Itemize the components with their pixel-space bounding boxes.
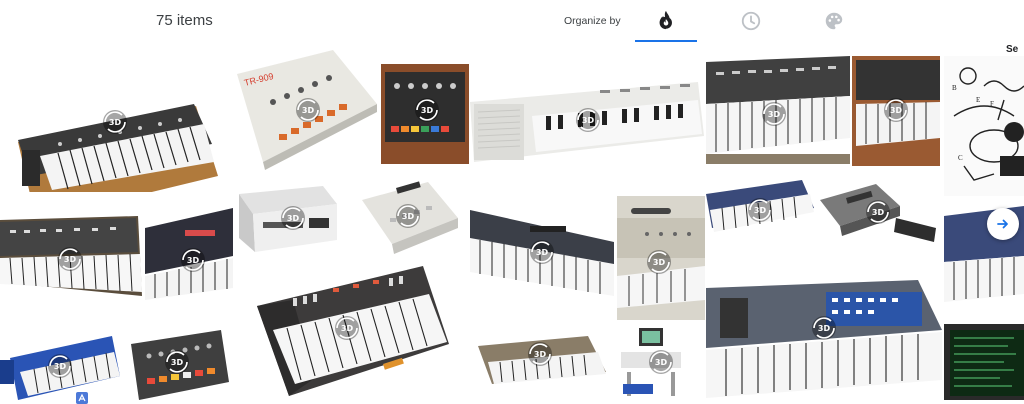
svg-text:3D: 3D [582,116,595,125]
fire-icon [659,10,672,30]
svg-text:3D: 3D [64,255,77,264]
tab-recent[interactable] [720,0,782,42]
view-3d-icon: 3D [646,347,676,377]
svg-text:3D: 3D [872,208,885,217]
svg-text:3D: 3D [109,118,122,127]
gallery-tile[interactable]: 3D [706,178,814,242]
view-3d-icon: 3D [863,197,893,227]
view-3d-icon: 3D [332,313,362,343]
svg-text:C: C [958,154,963,162]
arrow-right-icon [997,219,1008,229]
svg-text:3D: 3D [341,324,354,333]
gallery-tile[interactable]: 3D [470,326,614,400]
clock-icon [741,11,761,31]
svg-text:3D: 3D [818,324,831,333]
tab-color[interactable] [803,0,865,42]
svg-text:3D: 3D [187,256,200,265]
gallery-tile[interactable]: 3D [0,196,142,316]
svg-text:3D: 3D [302,106,315,115]
item-count: 75 items [156,12,213,29]
gallery-tile[interactable] [944,324,1024,400]
gallery-tile[interactable]: 3D [145,196,233,316]
next-button[interactable] [987,208,1019,240]
gallery-tile[interactable]: 3D [125,320,231,400]
svg-text:F: F [990,100,994,108]
view-3d-icon: 3D [100,107,130,137]
view-3d-icon: 3D [644,247,674,277]
view-3d-icon: 3D [393,201,423,231]
svg-text:3D: 3D [54,362,67,371]
view-3d-icon: 3D [525,339,555,369]
view-3d-icon: 3D [809,313,839,343]
svg-text:B: B [952,84,957,92]
gallery-tile[interactable]: 3D [852,56,940,166]
svg-text:3D: 3D [890,106,903,115]
view-3d-icon: 3D [45,351,75,381]
view-3d-icon: 3D [293,95,323,125]
svg-text:3D: 3D [402,212,415,221]
organize-by-label: Organize by [564,15,621,27]
view-3d-icon: 3D [412,95,442,125]
screen-image [944,324,1024,400]
view-3d-icon: 3D [881,95,911,125]
view-3d-icon: 3D [745,195,775,225]
gallery-tile[interactable]: 3D [470,196,614,322]
palette-icon [825,12,843,30]
translate-icon[interactable] [76,392,88,404]
view-3d-icon: 3D [759,99,789,129]
gallery-tile[interactable]: 3D [706,56,850,164]
svg-text:3D: 3D [655,358,668,367]
view-3d-icon: 3D [573,105,603,135]
gallery-tile[interactable]: 3D [617,196,705,320]
gallery-tile[interactable]: 3D [816,178,942,248]
view-3d-icon: 3D [162,347,192,377]
svg-text:3D: 3D [287,214,300,223]
svg-text:3D: 3D [536,248,549,257]
view-3d-icon: 3D [178,245,208,275]
view-3d-icon: 3D [278,203,308,233]
view-3d-icon: 3D [527,237,557,267]
diagram-image: B E F C [944,56,1024,196]
view-3d-icon: 3D [55,244,85,274]
svg-text:3D: 3D [421,106,434,115]
gallery-header: 75 items Organize by [0,0,1024,44]
gallery-tile[interactable]: 3D [0,44,228,192]
gallery-tile[interactable]: 3D [233,178,343,256]
tile-title: Se [1006,44,1019,55]
gallery-tile[interactable]: 3D [233,260,467,400]
svg-text:3D: 3D [171,358,184,367]
svg-text:3D: 3D [534,350,547,359]
gallery-tile[interactable]: 3D [381,64,469,168]
svg-text:3D: 3D [754,206,767,215]
svg-text:3D: 3D [768,110,781,119]
gallery-tile[interactable]: 3D [0,320,122,400]
gallery-tile[interactable]: 3D [617,324,705,400]
svg-text:E: E [976,96,980,104]
gallery-tile[interactable]: 3D [346,178,468,256]
gallery-tile[interactable]: 3D [470,64,704,192]
gallery-tile[interactable]: TR-909 3D [233,44,378,174]
tab-popular[interactable] [635,0,697,42]
gallery-tile[interactable]: B E F C [944,56,1024,196]
gallery-tile[interactable]: 3D [706,270,942,400]
svg-text:3D: 3D [653,258,666,267]
